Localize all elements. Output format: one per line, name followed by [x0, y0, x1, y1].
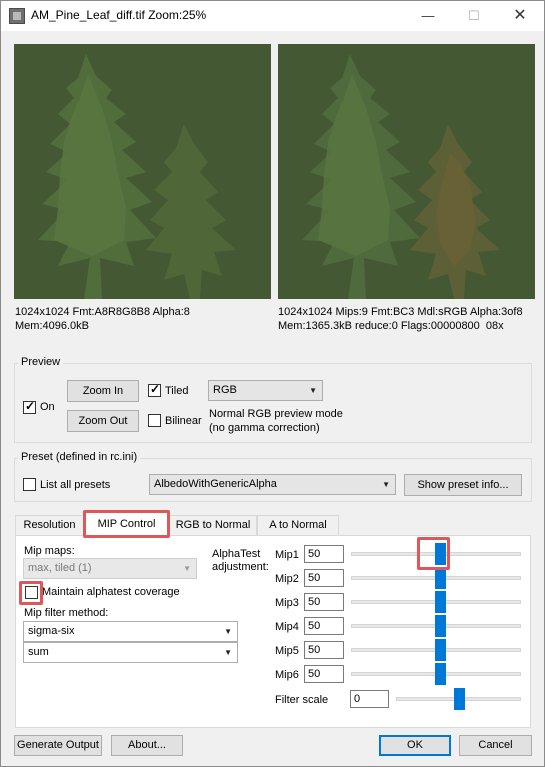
show-preset-info-button[interactable]: Show preset info...	[404, 474, 522, 496]
texture-preview-window: AM_Pine_Leaf_diff.tif Zoom:25% — ☐ ✕ 102…	[0, 0, 545, 767]
cancel-button[interactable]: Cancel	[459, 735, 532, 756]
preset-dropdown[interactable]: AlbedoWithGenericAlpha ▼	[149, 474, 396, 495]
list-all-presets-checkbox[interactable]	[23, 478, 36, 491]
source-image-preview[interactable]	[14, 44, 271, 299]
mip-value-input-6[interactable]: 50	[304, 665, 344, 683]
filter-method-dropdown[interactable]: sigma-six ▼	[23, 621, 238, 642]
mip-value-input-4[interactable]: 50	[304, 617, 344, 635]
output-format-text: 1024x1024 Mips:9 Fmt:BC3 Mdl:sRGB Alpha:…	[278, 306, 523, 318]
preview-on-label: On	[40, 401, 55, 413]
mip-value-input-3[interactable]: 50	[304, 593, 344, 611]
title-bar: AM_Pine_Leaf_diff.tif Zoom:25% — ☐ ✕	[1, 1, 544, 31]
tiled-checkbox[interactable]	[148, 382, 161, 397]
mip-label-1: Mip1	[275, 549, 299, 561]
source-image-info: 1024x1024 Fmt:A8R8G8B8 Alpha:8 Mem:4096.…	[15, 305, 190, 333]
generate-output-button[interactable]: Generate Output	[14, 735, 102, 756]
preview-mode-description: Normal RGB preview mode	[209, 408, 343, 420]
tab-resolution[interactable]: Resolution	[15, 515, 84, 535]
mip-label-3: Mip3	[275, 597, 299, 609]
mip-slider-thumb-4[interactable]	[435, 615, 446, 637]
tab-rgb-to-normal[interactable]: RGB to Normal	[169, 515, 257, 535]
mip-value-input-5[interactable]: 50	[304, 641, 344, 659]
maintain-alphatest-label: Maintain alphatest coverage	[42, 586, 180, 598]
mip-slider-thumb-3[interactable]	[435, 591, 446, 613]
mip-filter-method-label: Mip filter method:	[24, 607, 109, 619]
mip-slider-thumb-6[interactable]	[435, 663, 446, 685]
about-button[interactable]: About...	[111, 735, 183, 756]
filter-scale-slider-thumb[interactable]	[454, 688, 465, 710]
ok-button[interactable]: OK	[379, 735, 451, 756]
bilinear-checkbox[interactable]	[148, 414, 161, 427]
source-format-text: 1024x1024 Fmt:A8R8G8B8 Alpha:8	[15, 306, 190, 318]
pine-leaf-image	[278, 44, 535, 299]
chevron-down-icon: ▼	[183, 564, 191, 573]
mip-label-6: Mip6	[275, 669, 299, 681]
filter-method-value: sigma-six	[28, 625, 75, 637]
alphatest-adjustment-label-2: adjustment:	[212, 561, 269, 573]
mip-maps-label: Mip maps:	[24, 545, 75, 557]
preview-mode-value: RGB	[213, 384, 237, 396]
close-button[interactable]: ✕	[497, 1, 543, 31]
bilinear-label: Bilinear	[165, 415, 202, 427]
app-icon	[9, 8, 25, 24]
maximize-button[interactable]: ☐	[451, 1, 497, 31]
mip-value-input-1[interactable]: 50	[304, 545, 344, 563]
chevron-down-icon: ▼	[224, 627, 232, 636]
mip-maps-value: max, tiled (1)	[28, 562, 92, 574]
filter-combine-dropdown[interactable]: sum ▼	[23, 642, 238, 663]
chevron-down-icon: ▼	[309, 386, 317, 395]
mip-slider-thumb-5[interactable]	[435, 639, 446, 661]
preset-value: AlbedoWithGenericAlpha	[154, 478, 277, 490]
slider-highlight-box	[417, 537, 450, 570]
output-image-info: 1024x1024 Mips:9 Fmt:BC3 Mdl:sRGB Alpha:…	[278, 305, 523, 333]
preset-group-label: Preset (defined in rc.ini)	[18, 451, 141, 463]
preview-mode-dropdown[interactable]: RGB ▼	[208, 380, 323, 401]
output-memory-text: Mem:1365.3kB reduce:0 Flags:00000800 08x	[278, 320, 504, 332]
zoom-in-button[interactable]: Zoom In	[67, 380, 139, 402]
filter-scale-label: Filter scale	[275, 694, 329, 706]
list-all-presets-label: List all presets	[40, 479, 111, 491]
filter-combine-value: sum	[28, 646, 49, 658]
tab-a-to-normal[interactable]: A to Normal	[257, 515, 339, 535]
chevron-down-icon: ▼	[382, 480, 390, 489]
output-image-preview[interactable]	[278, 44, 535, 299]
minimize-button[interactable]: —	[405, 1, 451, 31]
mip-value-input-2[interactable]: 50	[304, 569, 344, 587]
checkbox-highlight-box	[19, 581, 43, 605]
filter-scale-input[interactable]: 0	[350, 690, 389, 708]
alphatest-adjustment-label: AlphaTest	[212, 548, 261, 560]
preview-group-label: Preview	[18, 356, 64, 368]
mip-label-2: Mip2	[275, 573, 299, 585]
tiled-label: Tiled	[165, 385, 189, 397]
chevron-down-icon: ▼	[224, 648, 232, 657]
tab-highlight-box	[83, 510, 170, 538]
source-memory-text: Mem:4096.0kB	[15, 320, 89, 332]
pine-leaf-image	[14, 44, 271, 299]
mip-maps-dropdown[interactable]: max, tiled (1) ▼	[23, 558, 197, 579]
zoom-out-button[interactable]: Zoom Out	[67, 410, 139, 432]
mip-slider-thumb-2[interactable]	[435, 567, 446, 589]
mip-label-4: Mip4	[275, 621, 299, 633]
preview-on-checkbox[interactable]	[23, 399, 36, 414]
preview-mode-note: (no gamma correction)	[209, 422, 320, 434]
mip-label-5: Mip5	[275, 645, 299, 657]
window-title: AM_Pine_Leaf_diff.tif Zoom:25%	[31, 8, 207, 22]
